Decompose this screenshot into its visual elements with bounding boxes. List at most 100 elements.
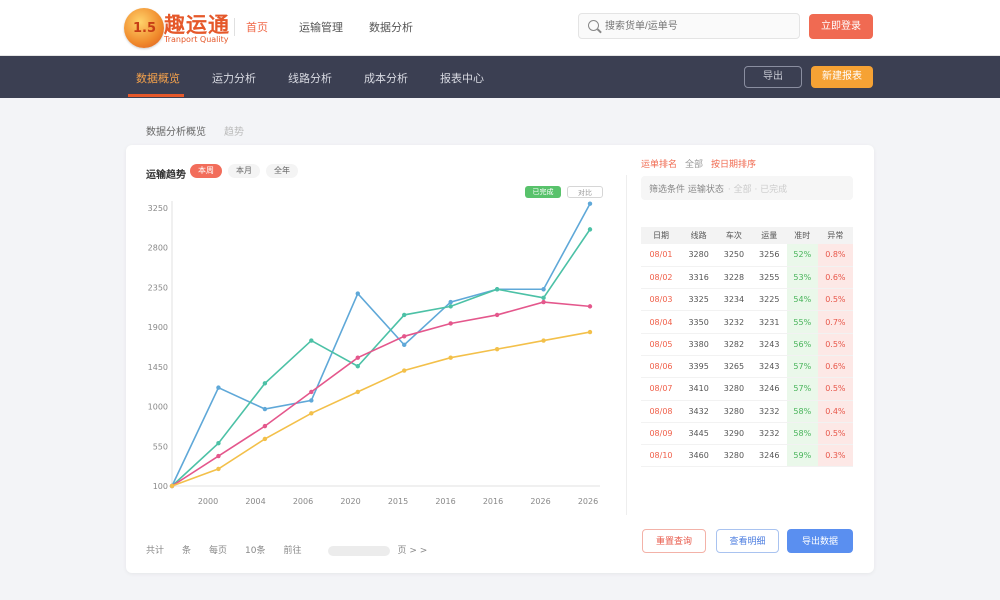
- filter-label: 筛选条件 运输状态: [649, 185, 724, 195]
- logo[interactable]: 1.5 趣运通 Tranport Quality: [124, 6, 229, 50]
- data-point[interactable]: [402, 312, 407, 318]
- data-point[interactable]: [402, 342, 407, 348]
- data-point[interactable]: [541, 295, 546, 301]
- table-cell: 08/07: [641, 377, 681, 401]
- rp-all-toggle[interactable]: 全部: [685, 160, 703, 170]
- table-row[interactable]: 08/10 3460 3280 3246 59% 0.3%: [641, 444, 853, 468]
- x-tick-label: 2004: [245, 497, 265, 506]
- data-point[interactable]: [262, 423, 268, 429]
- table-cell: 08/09: [641, 422, 681, 446]
- data-point[interactable]: [309, 338, 314, 343]
- x-tick-label: 2026: [578, 497, 598, 506]
- table-row[interactable]: 08/01 3280 3250 3256 52% 0.8%: [641, 244, 853, 267]
- data-point[interactable]: [216, 453, 221, 459]
- data-point[interactable]: [494, 346, 500, 352]
- data-point[interactable]: [402, 334, 407, 339]
- data-point[interactable]: [541, 299, 546, 305]
- data-point[interactable]: [355, 389, 360, 395]
- data-point[interactable]: [262, 381, 268, 386]
- menu-item-overview[interactable]: 数据概览: [136, 70, 180, 86]
- col-header-error[interactable]: 异常: [817, 227, 853, 244]
- table-row[interactable]: 08/08 3432 3280 3232 58% 0.4%: [641, 400, 853, 423]
- data-point[interactable]: [587, 304, 593, 309]
- data-point[interactable]: [262, 436, 268, 442]
- export-data-button[interactable]: 导出数据: [787, 529, 853, 553]
- data-point[interactable]: [587, 329, 593, 335]
- chip-year[interactable]: 全年: [266, 164, 298, 178]
- filter-bar[interactable]: 筛选条件 运输状态 · 全部 · 已完成: [641, 176, 853, 200]
- chip-month[interactable]: 本月: [228, 164, 260, 178]
- login-button[interactable]: 立即登录: [809, 14, 873, 39]
- table-row[interactable]: 08/04 3350 3232 3231 55% 0.7%: [641, 310, 853, 334]
- series-line-3: [171, 331, 591, 487]
- table-row[interactable]: 08/09 3445 3290 3232 58% 0.5%: [641, 422, 853, 446]
- table-cell: 58%: [786, 400, 818, 423]
- pager-input[interactable]: [327, 545, 390, 556]
- col-header-date[interactable]: 日期: [641, 227, 681, 244]
- search-input[interactable]: [605, 18, 790, 34]
- data-point[interactable]: [309, 389, 314, 395]
- menu-item-capacity[interactable]: 运力分析: [212, 70, 256, 86]
- menu-item-route[interactable]: 线路分析: [288, 70, 332, 86]
- data-point[interactable]: [494, 287, 500, 292]
- table-cell: 3290: [716, 422, 752, 446]
- x-tick-label: 2016: [483, 497, 503, 506]
- table-row[interactable]: 08/03 3325 3234 3225 54% 0.5%: [641, 288, 853, 312]
- y-tick-label: 550: [153, 442, 168, 451]
- data-point[interactable]: [355, 364, 360, 369]
- menu-item-cost[interactable]: 成本分析: [364, 70, 408, 86]
- breadcrumb-current[interactable]: 数据分析概览: [146, 127, 206, 138]
- table-cell: 3234: [716, 288, 752, 312]
- table-cell: 58%: [786, 422, 818, 446]
- menu-item-reports[interactable]: 报表中心: [440, 70, 484, 86]
- col-header-volume[interactable]: 运量: [751, 227, 787, 244]
- rp-sort-toggle[interactable]: 按日期排序: [711, 160, 756, 170]
- data-point[interactable]: [448, 304, 453, 309]
- y-axis-labels: 3250 2800 2350 1900 1450 1000 550 100: [148, 204, 168, 491]
- data-point[interactable]: [402, 368, 407, 373]
- topnav-item-transport[interactable]: 运输管理: [299, 19, 343, 35]
- table-cell: 3246: [751, 444, 787, 468]
- data-point[interactable]: [309, 398, 314, 403]
- data-point[interactable]: [355, 355, 360, 360]
- pager-size-select[interactable]: 10条: [245, 546, 265, 556]
- data-point[interactable]: [587, 227, 593, 232]
- table-header-row: 日期 线路 车次 运量 准时 异常: [641, 227, 853, 244]
- table-row[interactable]: 08/06 3395 3265 3243 57% 0.6%: [641, 355, 853, 379]
- pager-next[interactable]: 页 > >: [398, 546, 428, 556]
- data-point[interactable]: [216, 466, 221, 472]
- table-cell: 3350: [680, 310, 717, 334]
- table-cell: 0.5%: [817, 377, 853, 401]
- view-details-button[interactable]: 查看明细: [716, 529, 779, 553]
- export-button[interactable]: 导出: [744, 66, 802, 88]
- table-cell: 3410: [680, 377, 717, 401]
- table-row[interactable]: 08/05 3380 3282 3243 56% 0.5%: [641, 333, 853, 356]
- breadcrumb-light: 趋势: [224, 127, 244, 138]
- data-point[interactable]: [355, 291, 360, 296]
- data-point[interactable]: [216, 385, 221, 390]
- data-point[interactable]: [448, 321, 453, 326]
- table-row[interactable]: 08/02 3316 3228 3255 53% 0.6%: [641, 266, 853, 290]
- data-point[interactable]: [169, 483, 175, 489]
- data-point[interactable]: [587, 201, 593, 206]
- data-point[interactable]: [448, 355, 453, 360]
- data-point[interactable]: [309, 411, 314, 416]
- data-point[interactable]: [494, 312, 500, 318]
- topnav-item-home[interactable]: 首页: [246, 19, 268, 35]
- pager-goto: 前往: [283, 546, 302, 556]
- data-point[interactable]: [541, 287, 546, 292]
- col-header-route[interactable]: 线路: [680, 227, 717, 244]
- col-header-ontime[interactable]: 准时: [786, 227, 818, 244]
- trend-chart: 325028002350190014501000550100 2000 2004 2…: [148, 201, 600, 506]
- data-point[interactable]: [216, 441, 221, 446]
- data-point[interactable]: [541, 338, 546, 343]
- breadcrumb: 数据分析概览 趋势: [146, 123, 244, 138]
- topnav-item-analysis[interactable]: 数据分析: [369, 19, 413, 35]
- new-report-button[interactable]: 新建报表: [811, 66, 873, 88]
- data-point[interactable]: [262, 406, 268, 412]
- reset-button[interactable]: 重置查询: [642, 529, 706, 553]
- table-row[interactable]: 08/07 3410 3280 3246 57% 0.5%: [641, 377, 853, 401]
- data-point[interactable]: [448, 299, 453, 305]
- chip-week[interactable]: 本周: [190, 164, 222, 178]
- col-header-trips[interactable]: 车次: [716, 227, 752, 244]
